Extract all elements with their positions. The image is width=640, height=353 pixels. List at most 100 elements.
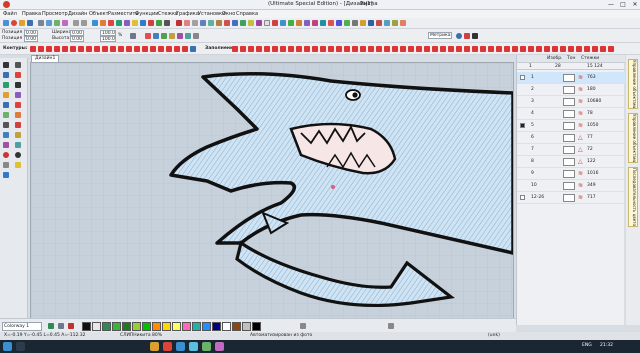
- tool-ab-icon[interactable]: [320, 20, 326, 26]
- list-item[interactable]: 9 ≋ 1016: [517, 168, 625, 180]
- fill-28-icon[interactable]: [448, 46, 454, 52]
- fill-6-icon[interactable]: [272, 46, 278, 52]
- close-button[interactable]: ✕: [630, 1, 640, 8]
- fill-1-icon[interactable]: [232, 46, 238, 52]
- color-swatch[interactable]: [112, 322, 121, 331]
- color-swatch[interactable]: [232, 322, 241, 331]
- prop-tool-2-icon[interactable]: [153, 33, 159, 39]
- tab-object-manager-2[interactable]: Управление объектами: [628, 113, 638, 163]
- start-icon[interactable]: [3, 342, 12, 351]
- print-icon[interactable]: [38, 20, 44, 26]
- color-swatch[interactable]: [82, 322, 91, 331]
- satin-icon[interactable]: [15, 122, 21, 128]
- row-checkbox[interactable]: [520, 75, 525, 80]
- row-checkbox[interactable]: [520, 195, 525, 200]
- digitize-icon[interactable]: [3, 112, 9, 118]
- list-item[interactable]: 6 △ 77: [517, 132, 625, 144]
- tool-ak-icon[interactable]: [392, 20, 398, 26]
- fill-17-icon[interactable]: [360, 46, 366, 52]
- circle-icon[interactable]: [3, 102, 9, 108]
- contour-21-icon[interactable]: [190, 46, 196, 52]
- fill-19-icon[interactable]: [376, 46, 382, 52]
- open-icon[interactable]: [19, 20, 25, 26]
- rect-icon[interactable]: [15, 102, 21, 108]
- fill-27-icon[interactable]: [440, 46, 446, 52]
- tool-ae-icon[interactable]: [344, 20, 350, 26]
- color-swatch[interactable]: [162, 322, 171, 331]
- contour-10-icon[interactable]: [102, 46, 108, 52]
- color-swatch[interactable]: [172, 322, 181, 331]
- fill-15-icon[interactable]: [344, 46, 350, 52]
- fill-32-icon[interactable]: [480, 46, 486, 52]
- tool-p-icon[interactable]: [224, 20, 230, 26]
- fill-3-icon[interactable]: [248, 46, 254, 52]
- tool-s-icon[interactable]: [248, 20, 254, 26]
- color-swatch[interactable]: [252, 322, 261, 331]
- tab-object-manager[interactable]: Управление объектами: [628, 59, 638, 109]
- color-swatch[interactable]: [182, 322, 191, 331]
- col-image[interactable]: Изобр.: [547, 56, 563, 61]
- fill-40-icon[interactable]: [544, 46, 550, 52]
- auto-icon[interactable]: [3, 162, 9, 168]
- fill-21-icon[interactable]: [392, 46, 398, 52]
- run-icon[interactable]: [3, 122, 9, 128]
- tool-o-icon[interactable]: [216, 20, 222, 26]
- tool-ah-icon[interactable]: [368, 20, 374, 26]
- black-dot-icon[interactable]: [15, 152, 21, 158]
- list-item[interactable]: 2 ≋ 180: [517, 84, 625, 96]
- design-canvas[interactable]: [30, 62, 515, 320]
- contour-7-icon[interactable]: [78, 46, 84, 52]
- contour-4-icon[interactable]: [54, 46, 60, 52]
- hoop-icon[interactable]: [464, 33, 470, 39]
- contour-18-icon[interactable]: [166, 46, 172, 52]
- fill-4-icon[interactable]: [256, 46, 262, 52]
- undo-icon[interactable]: [73, 20, 79, 26]
- fill-29-icon[interactable]: [456, 46, 462, 52]
- menu-file[interactable]: Файл: [3, 11, 17, 17]
- prop-tool-4-icon[interactable]: [169, 33, 175, 39]
- tab-design1[interactable]: Дизайн1: [31, 55, 60, 62]
- fill-25-icon[interactable]: [424, 46, 430, 52]
- tool-x-icon[interactable]: [288, 20, 294, 26]
- menu-arrange[interactable]: Разместить: [108, 11, 138, 17]
- fill-33-icon[interactable]: [488, 46, 494, 52]
- copy-icon[interactable]: [54, 20, 60, 26]
- prop-tool-5-icon[interactable]: [177, 33, 183, 39]
- fill-44-icon[interactable]: [576, 46, 582, 52]
- mail-icon[interactable]: [189, 342, 198, 351]
- text-a-icon[interactable]: [15, 82, 21, 88]
- tool-ai-icon[interactable]: [376, 20, 382, 26]
- tool-g-icon[interactable]: [148, 20, 154, 26]
- list-item[interactable]: 1 ≋ 763: [517, 72, 625, 84]
- tool-al-icon[interactable]: [400, 20, 406, 26]
- cut-icon[interactable]: [46, 20, 52, 26]
- pos-y-field[interactable]: 0.00: [24, 36, 38, 42]
- save-icon[interactable]: [27, 20, 33, 26]
- select-arrow-icon[interactable]: [3, 62, 9, 68]
- fill-14-icon[interactable]: [336, 46, 342, 52]
- tool-l-icon[interactable]: [192, 20, 198, 26]
- tool-r-icon[interactable]: [240, 20, 246, 26]
- menu-view[interactable]: Просмотр: [42, 11, 68, 17]
- color-swatch[interactable]: [222, 322, 231, 331]
- col-stitches[interactable]: Стежки: [581, 56, 599, 61]
- tool-n-icon[interactable]: [208, 20, 214, 26]
- contour-6-icon[interactable]: [70, 46, 76, 52]
- fill-45-icon[interactable]: [584, 46, 590, 52]
- col-tone[interactable]: Тон: [567, 56, 575, 61]
- menu-help[interactable]: Справка: [236, 11, 258, 17]
- tool-ac-icon[interactable]: [328, 20, 334, 26]
- trace-icon[interactable]: [3, 172, 9, 178]
- scroll-right-icon[interactable]: [388, 323, 394, 329]
- fill-10-icon[interactable]: [304, 46, 310, 52]
- contour-5-icon[interactable]: [62, 46, 68, 52]
- fill-41-icon[interactable]: [552, 46, 558, 52]
- shape-icon[interactable]: [15, 92, 21, 98]
- contour-20-icon[interactable]: [182, 46, 188, 52]
- fill-31-icon[interactable]: [472, 46, 478, 52]
- fill-11-icon[interactable]: [312, 46, 318, 52]
- list-item[interactable]: 3 ≋ 10680: [517, 96, 625, 108]
- color-swatch[interactable]: [122, 322, 131, 331]
- fill-8-icon[interactable]: [288, 46, 294, 52]
- colorway-select[interactable]: Colorway 1: [2, 322, 42, 331]
